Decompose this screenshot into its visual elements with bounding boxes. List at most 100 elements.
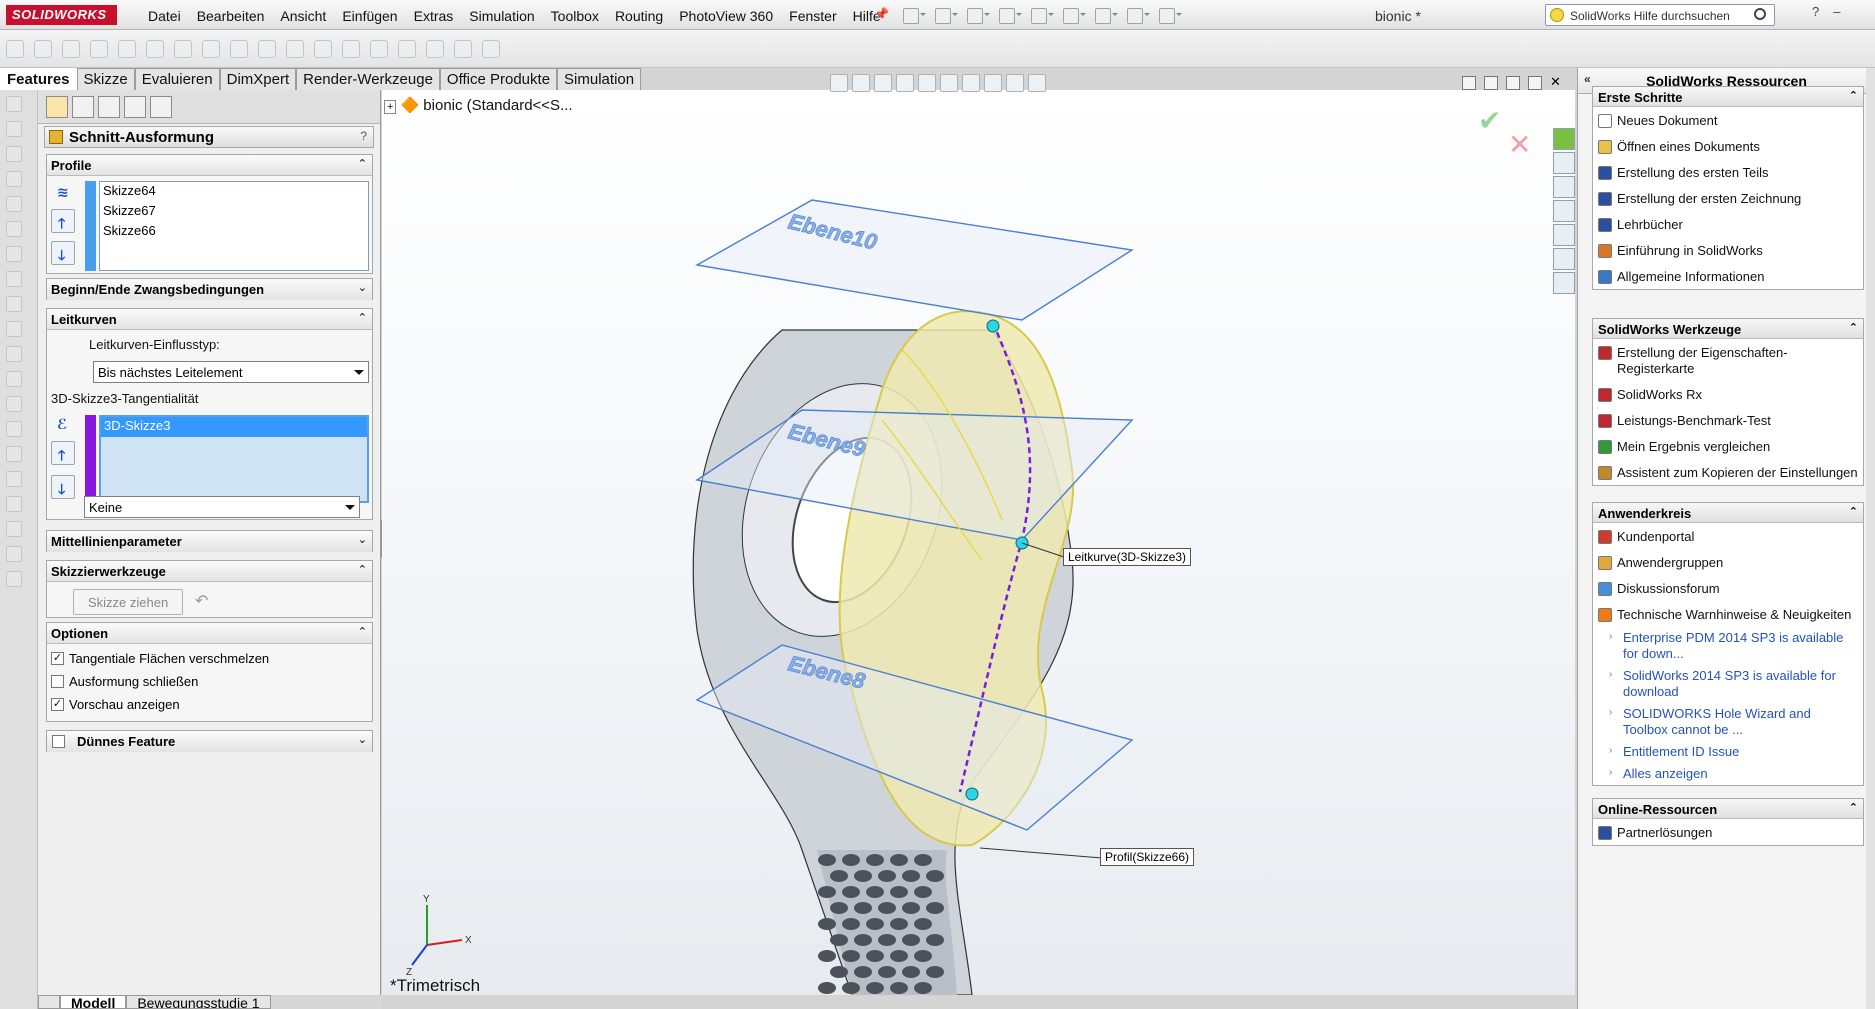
rib-icon[interactable] xyxy=(202,40,220,58)
search-icon[interactable] xyxy=(1754,8,1766,20)
sketch-icon[interactable] xyxy=(6,96,22,112)
wrap-icon[interactable] xyxy=(370,40,388,58)
line-icon[interactable] xyxy=(6,146,22,162)
task-link-offnen-eines-dokuments[interactable]: Öffnen eines Dokuments xyxy=(1593,133,1863,159)
trim-icon[interactable] xyxy=(6,371,22,387)
point-icon[interactable] xyxy=(6,271,22,287)
news-link[interactable]: › SOLIDWORKS Hole Wizard and Toolbox cann… xyxy=(1593,703,1863,741)
offset-icon[interactable] xyxy=(6,421,22,437)
option-ausformung-schlie-en[interactable]: Ausformung schließen xyxy=(51,674,198,689)
instant3d-icon[interactable] xyxy=(482,40,500,58)
task-link-erstellung-des-ersten-teils[interactable]: Erstellung des ersten Teils xyxy=(1593,159,1863,185)
option-checkbox[interactable] xyxy=(51,675,64,688)
thin-feature-header[interactable]: Dünnes Feature ⌄ xyxy=(47,731,372,752)
sketch-tools-header[interactable]: Skizzierwerkzeuge ⌃ xyxy=(47,561,372,582)
view-settings-icon[interactable] xyxy=(1028,74,1046,92)
guide-move-up-button[interactable]: 🡑 xyxy=(51,441,75,465)
section-view-icon[interactable] xyxy=(896,74,914,92)
task-link-technische-warnhinweise-neuigkeiten[interactable]: Technische Warnhinweise & Neuigkeiten xyxy=(1593,601,1863,627)
new-icon[interactable] xyxy=(900,6,926,24)
guide-handle-bottom[interactable] xyxy=(965,787,979,801)
confirm-corner-ok-icon[interactable]: ✔ xyxy=(1478,104,1501,137)
option-checkbox[interactable]: ✓ xyxy=(51,652,64,665)
file-explorer-tab-icon[interactable] xyxy=(1553,200,1575,222)
display-style-icon[interactable] xyxy=(940,74,958,92)
bottom-tab-modell[interactable]: Modell xyxy=(60,995,127,1009)
home-tab-icon[interactable] xyxy=(1553,152,1575,174)
tab-features[interactable]: Features xyxy=(0,68,77,90)
centerline-header[interactable]: Mittellinienparameter ⌄ xyxy=(47,531,372,552)
convert-icon[interactable] xyxy=(6,396,22,412)
fillet-sketch-icon[interactable] xyxy=(6,346,22,362)
profile-group-header[interactable]: Profile ⌃ xyxy=(47,155,372,176)
centerline-icon[interactable] xyxy=(6,296,22,312)
boundary-icon[interactable] xyxy=(118,40,136,58)
expand-icon[interactable]: ⌄ xyxy=(358,281,367,294)
profile-item[interactable]: Skizze66 xyxy=(100,222,368,242)
draft-icon[interactable] xyxy=(258,40,276,58)
zoom-to-fit-icon[interactable] xyxy=(830,74,848,92)
task-group-header[interactable]: Online-Ressourcen ⌃ xyxy=(1593,799,1863,819)
property-manager-tab-icon[interactable] xyxy=(72,96,94,118)
collapse-icon[interactable]: ⌃ xyxy=(358,157,367,170)
curves-icon[interactable] xyxy=(454,40,472,58)
option-checkbox[interactable]: ✓ xyxy=(51,698,64,711)
task-link-diskussionsforum[interactable]: Diskussionsforum xyxy=(1593,575,1863,601)
tab-office-produkte[interactable]: Office Produkte xyxy=(439,68,558,90)
smart-dimension-icon[interactable] xyxy=(6,121,22,137)
task-link-assistent-zum-kopieren-der-einstellungen[interactable]: Assistent zum Kopieren der Einstellungen xyxy=(1593,459,1863,485)
profile-item[interactable]: Skizze64 xyxy=(100,182,368,202)
options-icon[interactable] xyxy=(1156,6,1182,24)
rebuild-icon[interactable] xyxy=(1092,6,1118,24)
menu-toolbox[interactable]: Toolbox xyxy=(543,0,607,30)
fillet-icon[interactable] xyxy=(146,40,164,58)
hole-wizard-icon[interactable] xyxy=(286,40,304,58)
zoom-area-icon[interactable] xyxy=(852,74,870,92)
news-link[interactable]: › Alles anzeigen xyxy=(1593,763,1863,785)
graphics-area[interactable]: Ebene10 Ebene9 Ebene8 Y X Z xyxy=(382,90,1575,996)
task-pane-scrollbar[interactable] xyxy=(1866,68,1875,1009)
task-group-header[interactable]: Anwenderkreis ⌃ xyxy=(1593,503,1863,523)
tab-render-werkzeuge[interactable]: Render-Werkzeuge xyxy=(296,68,440,90)
bottom-tab-bewegungsstudie-1[interactable]: Bewegungsstudie 1 xyxy=(126,995,271,1009)
tab-evaluieren[interactable]: Evaluieren xyxy=(134,68,220,90)
expand-plus-icon[interactable]: + xyxy=(384,100,397,114)
resources-tab-icon[interactable] xyxy=(1553,128,1575,150)
rapid-sketch-icon[interactable] xyxy=(6,571,22,587)
sweep-icon[interactable] xyxy=(62,40,80,58)
menu-photoview-360[interactable]: PhotoView 360 xyxy=(671,0,781,30)
menu-fenster[interactable]: Fenster xyxy=(781,0,844,30)
task-link-einfuhrung-in-solidworks[interactable]: Einführung in SolidWorks xyxy=(1593,237,1863,263)
tab-simulation[interactable]: Simulation xyxy=(557,68,642,90)
viewport-close-icon[interactable]: ✕ xyxy=(1550,75,1564,90)
menu-extras[interactable]: Extras xyxy=(406,0,462,30)
feature-tree-flyout[interactable]: + 🔶 bionic (Standard<<S... xyxy=(384,96,573,114)
apply-scene-icon[interactable] xyxy=(1006,74,1024,92)
expand-icon[interactable]: ⌄ xyxy=(358,733,367,746)
feature-manager-tab-icon[interactable] xyxy=(46,96,68,118)
collapse-icon[interactable]: ⌃ xyxy=(358,311,367,324)
collapse-icon[interactable]: ⌃ xyxy=(1849,505,1858,518)
shell-icon[interactable] xyxy=(230,40,248,58)
revolve-icon[interactable] xyxy=(34,40,52,58)
dimxpert-manager-tab-icon[interactable] xyxy=(124,96,146,118)
guide-curve-item[interactable]: 3D-Skizze3 xyxy=(101,417,367,437)
guide-handle-top[interactable] xyxy=(986,319,1000,333)
news-link[interactable]: › Enterprise PDM 2014 SP3 is available fo… xyxy=(1593,627,1863,665)
task-link-allgemeine-informationen[interactable]: Allgemeine Informationen xyxy=(1593,263,1863,289)
task-link-anwendergruppen[interactable]: Anwendergruppen xyxy=(1593,549,1863,575)
collapse-icon[interactable]: ⌃ xyxy=(1849,89,1858,102)
task-link-neues-dokument[interactable]: Neues Dokument xyxy=(1593,107,1863,133)
view-orientation-icon[interactable] xyxy=(918,74,936,92)
collapse-icon[interactable]: ⌃ xyxy=(358,563,367,576)
previous-view-icon[interactable] xyxy=(874,74,892,92)
task-link-leistungs-benchmark-test[interactable]: Leistungs-Benchmark-Test xyxy=(1593,407,1863,433)
menu-simulation[interactable]: Simulation xyxy=(461,0,542,30)
viewport-restore-icon[interactable] xyxy=(1528,76,1542,90)
guide-move-down-button[interactable]: 🡓 xyxy=(51,475,75,499)
relations-icon[interactable] xyxy=(6,496,22,512)
help-search-box[interactable]: SolidWorks Hilfe durchsuchen xyxy=(1545,4,1775,26)
save-icon[interactable] xyxy=(964,6,990,24)
tangency-dropdown[interactable]: Keine xyxy=(84,496,360,518)
pin-icon[interactable]: 📌 xyxy=(874,7,890,23)
